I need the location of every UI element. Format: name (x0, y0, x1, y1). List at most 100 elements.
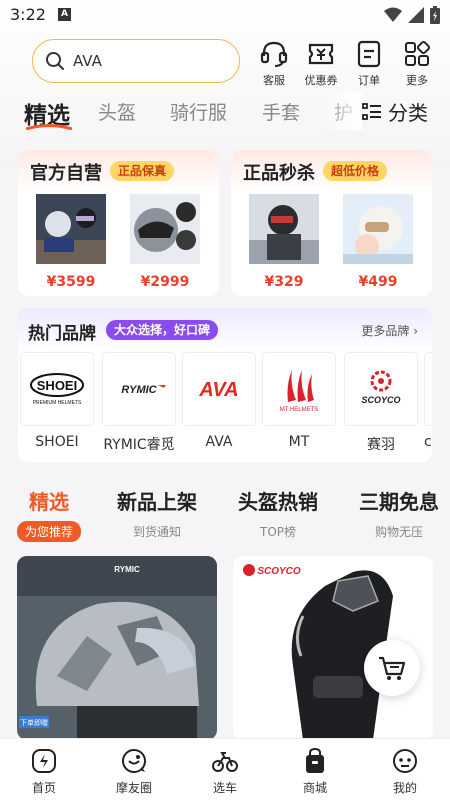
shoei-logo-sub: PREMIUM HELMETS (33, 400, 82, 406)
feed-tab-new-arrivals[interactable]: 新品上架 到货通知 (102, 486, 212, 540)
profile-icon (393, 749, 417, 773)
order-icon (357, 40, 381, 68)
feed-tab-installment[interactable]: 三期免息 购物无压 (344, 486, 450, 540)
more-button[interactable]: 更多 (395, 40, 439, 88)
product-image (130, 194, 200, 264)
brand-name: AVA (205, 434, 233, 450)
tab-fade (322, 92, 362, 130)
home-icon (32, 749, 56, 773)
promo-tag: 超低价格 (323, 161, 388, 181)
customer-service-button[interactable]: 客服 (252, 40, 296, 88)
brand-name: MT (288, 434, 310, 450)
brand-item-rymic[interactable]: RYMIC RYMIC睿觅 (102, 352, 176, 454)
promo-product[interactable]: ¥3599 (36, 194, 106, 290)
nav-community-label: 摩友圈 (115, 781, 152, 795)
status-bar: 3:22 A (0, 0, 450, 32)
partial-brand-logo (424, 352, 432, 426)
promo-title: 官方自营 (30, 163, 102, 184)
scoyco-watermark: SCOYCO (257, 566, 301, 577)
shoei-logo-text: SHOEI (37, 378, 77, 393)
rymic-logo: RYMIC (102, 352, 176, 426)
product-price: ¥3599 (46, 274, 96, 290)
headset-icon (260, 41, 288, 67)
brand-item-ava[interactable]: AVA AVA (182, 352, 256, 450)
brand-header: 热门品牌 大众选择，好口碑 更多品牌 › (18, 308, 432, 352)
category-tab-riding-suit[interactable]: 骑行服 (170, 98, 227, 125)
product-image (343, 194, 413, 264)
feed-tab-subtitle: 到货通知 (132, 525, 181, 539)
status-icons (384, 6, 440, 24)
wifi-icon (384, 7, 402, 22)
coupon-button[interactable]: 优惠券 (299, 40, 343, 88)
brand-item-mt[interactable]: MT HELMETS MT (262, 352, 336, 450)
search-bar[interactable]: AVA (32, 39, 240, 83)
status-time: 3:22 (10, 5, 46, 24)
mall-bag-icon (306, 747, 324, 773)
nav-select-bike[interactable]: 选车 (195, 747, 255, 796)
promo-product[interactable]: ¥329 (249, 194, 319, 290)
battery-icon (430, 6, 440, 24)
brand-name: c (424, 434, 432, 450)
floating-cart-button[interactable] (364, 640, 420, 696)
mt-logo: MT HELMETS (262, 352, 336, 426)
feed-tab-title: 三期免息 (359, 490, 439, 514)
brand-item-shoei[interactable]: SHOEI PREMIUM HELMETS SHOEI (20, 352, 94, 450)
feed-tab-title: 新品上架 (117, 490, 197, 514)
product-price: ¥329 (264, 274, 304, 290)
promo-product[interactable]: ¥2999 (130, 194, 200, 290)
list-icon (362, 102, 381, 120)
cart-icon (379, 656, 406, 680)
promo-card-flash-sale[interactable]: 正品秒杀 超低价格 ¥329 ¥499 (231, 150, 432, 296)
nav-profile-label: 我的 (392, 781, 417, 795)
classify-button[interactable]: 分类 (362, 97, 428, 126)
search-icon (46, 52, 64, 70)
feed-tab-featured[interactable]: 精选 为您推荐 (0, 486, 104, 542)
customer-service-label: 客服 (263, 74, 285, 87)
feed-tab-subtitle: TOP榜 (259, 525, 296, 539)
search-input[interactable]: AVA (73, 52, 102, 70)
brand-item-partial[interactable]: c (424, 352, 432, 450)
helmet-product-image: 下单即赠 RYMIC (17, 556, 217, 740)
feed-tab-title: 精选 (29, 490, 69, 514)
more-brands-link[interactable]: 更多品牌 › (361, 322, 418, 339)
nav-community[interactable]: 摩友圈 (104, 747, 164, 796)
nav-select-bike-label: 选车 (212, 781, 237, 795)
product-price: ¥499 (358, 274, 398, 290)
category-tab-helmet[interactable]: 头盔 (98, 98, 136, 125)
active-tab-indicator (26, 124, 72, 130)
brand-name: SHOEI (35, 434, 79, 450)
nav-mall-label: 商城 (302, 781, 327, 795)
brand-name: 赛羽 (367, 437, 395, 453)
brand-title: 热门品牌 (28, 324, 96, 344)
coupon-icon (308, 43, 334, 65)
feed-tab-subtitle: 为您推荐 (16, 521, 81, 542)
brand-tag: 大众选择，好口碑 (106, 320, 219, 340)
nav-home-label: 首页 (31, 781, 56, 795)
promo-title: 正品秒杀 (243, 163, 315, 184)
feed-card-helmet[interactable]: 下单即赠 RYMIC (17, 556, 217, 740)
coupon-label: 优惠券 (304, 74, 338, 87)
rymic-watermark: RYMIC (114, 565, 140, 574)
scoyco-logo: SCOYCO (344, 352, 418, 426)
category-tab-gloves[interactable]: 手套 (262, 98, 300, 125)
product-image (249, 194, 319, 264)
signal-icon (408, 7, 424, 23)
order-button[interactable]: 订单 (347, 40, 391, 88)
product-price: ¥2999 (140, 274, 190, 290)
classify-label: 分类 (388, 101, 428, 125)
nav-home[interactable]: 首页 (14, 747, 74, 796)
feed-tab-subtitle: 购物无压 (374, 525, 423, 539)
rymic-logo-text: RYMIC (121, 384, 157, 396)
feed-tab-title: 头盔热销 (238, 490, 318, 514)
nav-mall[interactable]: 商城 (285, 747, 345, 796)
grid-icon (405, 40, 431, 66)
shoei-logo: SHOEI PREMIUM HELMETS (20, 352, 94, 426)
promo-tag: 正品保真 (110, 161, 175, 181)
feed-tab-hot-helmets[interactable]: 头盔热销 TOP榜 (223, 486, 333, 540)
nav-profile[interactable]: 我的 (375, 747, 435, 796)
promo-product[interactable]: ¥499 (343, 194, 413, 290)
bottom-navigation: 首页 摩友圈 选车 商城 我的 (0, 738, 450, 800)
promo-card-official[interactable]: 官方自营 正品保真 ¥3599 ¥2999 (18, 150, 219, 296)
more-label: 更多 (406, 74, 428, 87)
brand-item-scoyco[interactable]: SCOYCO 赛羽 (344, 352, 418, 454)
